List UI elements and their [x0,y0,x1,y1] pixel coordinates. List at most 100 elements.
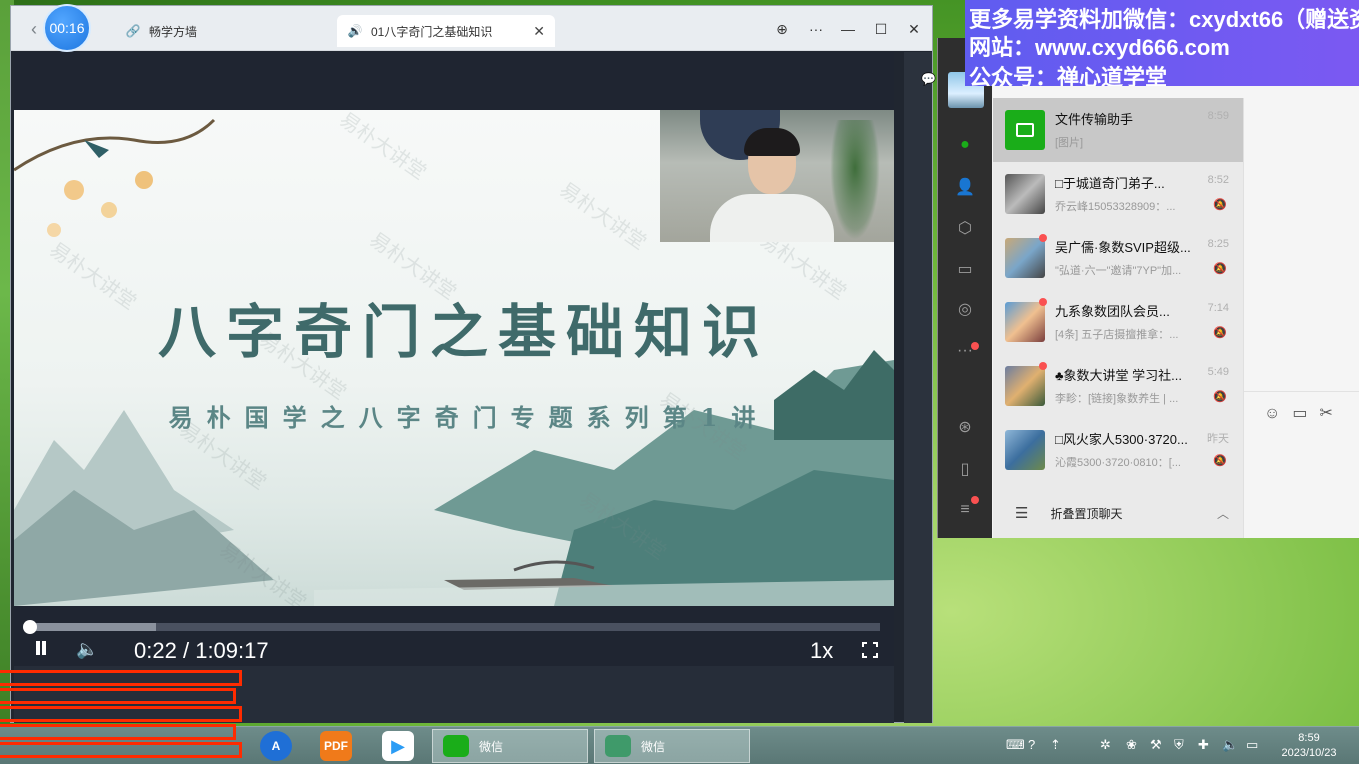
chat-time: 8:59 [1207,110,1229,122]
tab-changxue[interactable]: 🔗 畅学方墙 [115,15,335,47]
chat-name: □于城道奇门弟子... [1055,176,1165,191]
chat-item[interactable]: 吴广儒·象数SVIP超级... "弘道·六一"邀请"7YP"加... 8:25 … [993,226,1243,290]
system-clock[interactable]: 8:59 2023/10/23 [1270,731,1348,761]
playback-speed-button[interactable]: 1x [810,638,833,664]
taskbar-wechat-2[interactable]: 微信 [594,729,750,763]
mini-program-icon[interactable]: ⊛ [952,414,978,440]
chat-name: □风火家人5300·3720... [1055,432,1188,447]
chat-name: 文件传输助手 [1055,112,1134,127]
emoji-icon[interactable]: ☺ [1264,405,1292,422]
play-icon: ▶ [391,735,405,756]
security-icon[interactable]: ❀ [1126,737,1137,753]
progress-bar[interactable] [28,623,880,631]
chat-time: 昨天 [1207,433,1229,445]
chat-toolbar: ☺▭✂ [1264,403,1345,423]
chat-message: 沁霞5300·3720·0810：[... [1055,457,1181,469]
banner-line-2: 网站：www.cxyd666.com [969,35,1230,60]
fold-label: 折叠置顶聊天 [1050,506,1123,521]
folder-icon [1016,123,1034,137]
chat-item[interactable]: ♣象数大讲堂 学习社... 李畛：[链接]象数养生 | ... 5:49 🔕 [993,354,1243,418]
app-store-icon[interactable]: A [260,731,292,761]
volume-icon[interactable]: 🔈 [76,639,98,660]
shield-icon[interactable]: ⛨ [1174,737,1184,753]
contacts-icon[interactable]: 👤 [952,174,978,200]
start-decor-line [0,688,236,704]
webcam-overlay [660,110,894,242]
link-icon: 🔗 [125,24,141,38]
unread-dot [1039,298,1047,306]
chat-item[interactable]: 九系象数团队会员... [4条] 五子店摄擅推拿：... 7:14 🔕 [993,290,1243,354]
mute-icon: 🔕 [1213,455,1227,467]
folder-icon[interactable]: ▭ [952,256,978,282]
group-avatar [1005,238,1045,278]
chat-time: 7:14 [1207,302,1229,314]
tray-arrow-icon[interactable]: ⇡ [1050,737,1061,753]
chat-item[interactable]: 文件传输助手 [图片] 8:59 [993,98,1243,162]
fullscreen-icon[interactable] [861,641,879,659]
moments-icon[interactable]: ◎ [952,296,978,322]
file-icon[interactable]: ▭ [1292,405,1319,422]
pdf-app-icon[interactable]: PDF [320,731,352,761]
video-player-icon[interactable]: ▶ [382,731,414,761]
chat-time: 8:52 [1207,174,1229,186]
close-tab-icon[interactable]: ✕ [533,23,545,40]
mute-icon: 🔕 [1213,263,1227,275]
group-avatar [1005,366,1045,406]
pause-icon[interactable] [34,641,48,657]
network-icon[interactable]: ✲ [1100,737,1111,753]
divider [1244,391,1359,392]
chat-message: [4条] 五子店摄擅推拿：... [1055,329,1179,341]
video-player[interactable]: 易朴大讲堂 易朴大讲堂 易朴大讲堂 易朴大讲堂 易朴大讲堂 易朴大讲堂 易朴大讲… [14,110,894,606]
minimize-icon[interactable]: — [837,18,859,40]
comment-icon[interactable]: 💬 [921,72,936,86]
list-icon: ☰ [1015,505,1029,522]
time-separator: / [182,638,190,663]
time-display: 0:22 / 1:09:17 [134,638,269,664]
chat-name: 九系象数团队会员... [1055,304,1170,319]
start-decor-line [0,742,242,758]
chat-name: ♣象数大讲堂 学习社... [1055,368,1182,383]
start-decor-line [0,670,242,686]
phone-icon[interactable]: ▯ [952,456,978,482]
duration: 1:09:17 [195,638,269,663]
chat-message: "弘道·六一"邀请"7YP"加... [1055,265,1182,277]
scissors-icon[interactable]: ✂ [1319,405,1344,422]
fold-pinned-chats[interactable]: ☰ 折叠置顶聊天 ︿ [993,488,1243,538]
plus-icon[interactable]: ✚ [1198,737,1209,753]
display-icon[interactable]: ▭ [1246,737,1258,753]
side-panel [904,52,932,723]
task-label: 微信 [641,739,666,754]
tool-icon[interactable]: ⚒ [1150,737,1162,753]
start-button[interactable] [0,668,250,764]
speaker-icon: 🔊 [347,24,363,38]
chat-item[interactable]: □风火家人5300·3720... 沁霞5300·3720·0810：[... … [993,418,1243,482]
mute-icon: 🔕 [1213,391,1227,403]
maximize-icon[interactable]: ☐ [870,18,892,40]
volume-icon[interactable]: 🔈 [1222,737,1238,753]
presenter-hair [744,128,800,156]
promo-banner: 更多易学资料加微信：cxydxt66（赠送资 网站：www.cxyd666.co… [965,0,1359,86]
back-icon[interactable]: ‹ [25,20,43,38]
unread-dot [1039,362,1047,370]
help-icon[interactable]: ? [1028,737,1035,752]
group-avatar [1005,430,1045,470]
start-decor-line [0,706,242,722]
close-window-icon[interactable]: ✕ [903,18,925,40]
browser-window: ‹ 🔗 畅学方墙 🔊 01八字奇门之基础知识 ✕ ⊕ ··· — ☐ ✕ 易朴大… [10,5,936,723]
chat-time: 5:49 [1207,366,1229,378]
taskbar-wechat-1[interactable]: 微信 [432,729,588,763]
chat-icon[interactable]: ● [952,132,978,158]
chat-conversation-pane: ☺▭✂ [1243,98,1359,538]
box-icon[interactable]: ⬡ [952,215,978,241]
progress-fill [28,623,156,631]
globe-icon[interactable]: ⊕ [771,18,793,40]
keyboard-icon[interactable]: ⌨ [1006,737,1025,753]
progress-knob[interactable] [23,620,37,634]
current-time: 0:22 [134,638,177,663]
slide-subtitle: 易朴国学之八字奇门专题系列第1讲 [168,403,770,432]
chat-item[interactable]: □于城道奇门弟子... 乔云峰15053328909：... 8:52 🔕 [993,162,1243,226]
chat-time: 8:25 [1207,238,1229,250]
chat-message: [图片] [1055,137,1084,149]
more-icon[interactable]: ··· [805,18,827,40]
tab-video-lesson[interactable]: 🔊 01八字奇门之基础知识 ✕ [337,15,555,47]
